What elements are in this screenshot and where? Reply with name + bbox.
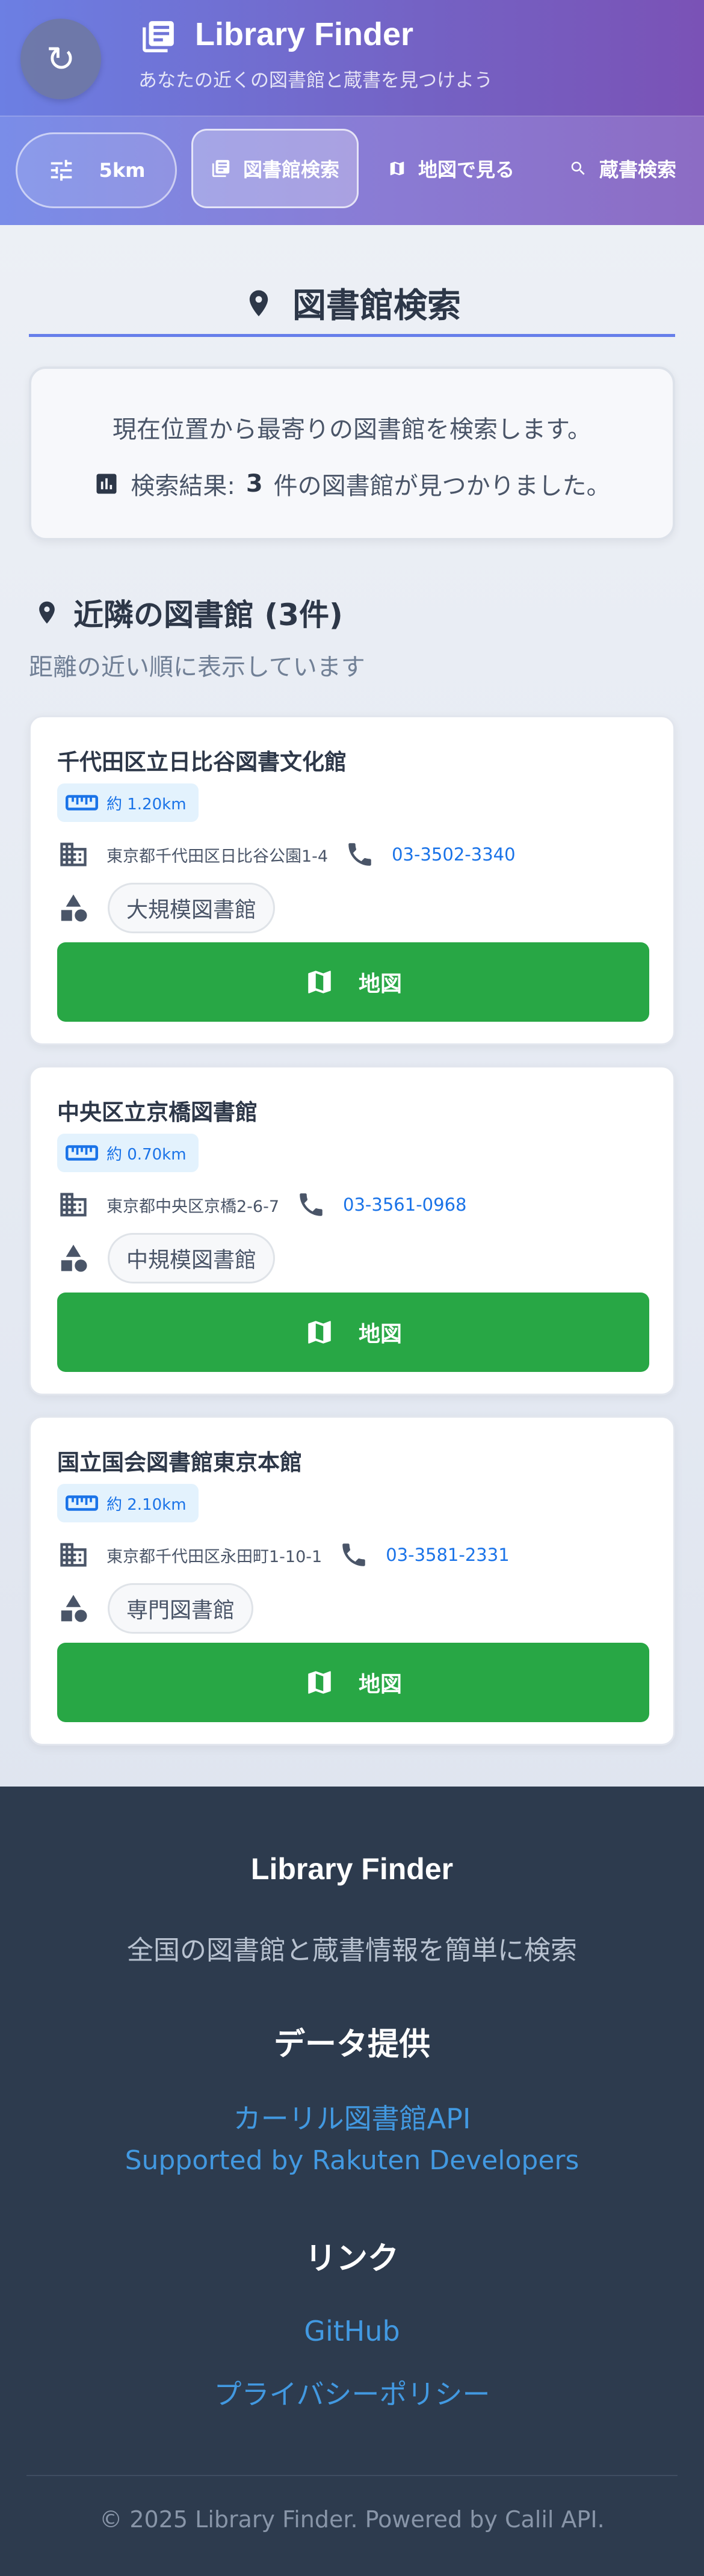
building-icon [60,842,87,866]
nav-bar: 5km 図書館検索 地図で見る 蔵書検索 [0,117,704,225]
tab-label: 地図で見る [418,158,514,181]
library-phone-link[interactable]: 03-3581-2331 [386,1545,509,1565]
library-name: 国立国会図書館東京本館 [57,1450,302,1475]
ruler-icon [66,795,98,811]
nearby-subtitle: 距離の近い順に表示しています [29,653,365,681]
category-row: 大規模図書館 [57,881,276,935]
tab-label: 図書館検索 [242,158,339,181]
nearby-heading: 近隣の図書館 (3件) [34,591,343,634]
category-tag: 中規模図書館 [108,1233,276,1283]
refresh-icon: ↻ [46,39,76,79]
nearby-title: 近隣の図書館 (3件) [73,598,343,632]
links-heading: リンク [304,2241,399,2277]
phone-icon [342,1543,365,1566]
result-suffix: 件の図書館が見つかりました。 [273,472,611,500]
address-row: 東京都千代田区日比谷公園1-4 03-3502-3340 [57,835,516,874]
info-text: 現在位置から最寄りの図書館を検索します。 [113,416,591,443]
github-link[interactable]: GitHub [0,2315,704,2347]
section-heading: 図書館検索 [29,272,675,337]
library-address: 東京都千代田区日比谷公園1-4 [107,847,329,866]
building-icon [60,1193,87,1217]
app-title: Library Finder [195,16,414,52]
sliders-icon [51,159,72,181]
address-row: 東京都中央区京橋2-6-7 03-3561-0968 [57,1185,466,1224]
library-icon [212,159,230,178]
distance-badge: 約 2.10km [57,1484,199,1522]
map-icon [308,971,331,993]
calil-api-link[interactable]: カーリル図書館API [0,2097,704,2137]
map-button-label: 地図 [358,972,402,996]
footer: Library Finder 全国の図書館と蔵書情報を簡単に検索 データ提供 カ… [0,1787,704,2576]
privacy-policy-link[interactable]: プライバシーポリシー [0,2373,704,2412]
app-subtitle: あなたの近くの図書館と蔵書を見つけよう [138,70,493,91]
refresh-button[interactable]: ↻ [20,19,101,99]
map-icon [308,1671,331,1694]
footer-tagline: 全国の図書館と蔵書情報を簡単に検索 [127,1935,577,1966]
category-row: 中規模図書館 [57,1231,276,1285]
category-tag: 大規模図書館 [108,883,276,933]
library-card: 中央区立京橋図書館 約 0.70km 東京都中央区京橋2-6-7 03-3561… [29,1066,675,1395]
data-provider-heading: データ提供 [273,2027,430,2063]
category-tag: 専門図書館 [108,1583,254,1634]
section-title: 図書館検索 [292,286,461,326]
library-address: 東京都中央区京橋2-6-7 [107,1197,280,1216]
tab-label: 蔵書検索 [599,158,676,181]
search-icon [571,161,585,175]
distance-value: 約 2.10km [107,1495,187,1514]
ruler-icon [66,1145,98,1161]
map-button-label: 地図 [358,1672,402,1697]
range-label: 5km [99,159,146,182]
map-button[interactable]: 地図 [57,942,649,1022]
distance-badge: 約 0.70km [57,1134,199,1172]
map-icon [390,161,404,176]
map-button[interactable]: 地図 [57,1643,649,1722]
library-address: 東京都千代田区永田町1-10-1 [107,1547,323,1566]
distance-badge: 約 1.20km [57,783,199,822]
category-row: 専門図書館 [57,1581,254,1635]
location-pin-icon [249,289,268,317]
tab-map-view[interactable]: 地図で見る [379,129,523,208]
library-card: 国立国会図書館東京本館 約 2.10km 東京都千代田区永田町1-10-1 03… [29,1416,675,1746]
distance-value: 約 1.20km [107,795,187,814]
building-icon [60,1543,87,1567]
ruler-icon [66,1495,98,1511]
footer-title: Library Finder [250,1852,454,1886]
location-pin-icon [39,601,55,624]
app-header: ↻ Library Finder あなたの近くの図書館と蔵書を見つけよう [0,0,704,117]
tab-library-search[interactable]: 図書館検索 [191,129,359,208]
copyright-text: © 2025 Library Finder. Powered by Calil … [99,2506,605,2533]
map-button-label: 地図 [358,1322,402,1347]
address-row: 東京都千代田区永田町1-10-1 03-3581-2331 [57,1536,510,1574]
range-filter-button[interactable]: 5km [16,132,177,208]
footer-divider [26,2475,678,2476]
phone-icon [348,843,371,866]
rakuten-developers-link[interactable]: Supported by Rakuten Developers [0,2145,704,2176]
shapes-icon [61,1595,87,1622]
map-button[interactable]: 地図 [57,1293,649,1372]
library-name: 中央区立京橋図書館 [57,1099,258,1125]
result-summary: 検索結果: 3 件の図書館が見つかりました。 [31,466,673,501]
library-phone-link[interactable]: 03-3561-0968 [343,1194,466,1215]
distance-value: 約 0.70km [107,1145,187,1164]
library-card: 千代田区立日比谷図書文化館 約 1.20km 東京都千代田区日比谷公園1-4 0… [29,715,675,1045]
phone-icon [300,1193,323,1216]
bar-chart-icon [96,474,117,494]
shapes-icon [61,894,87,922]
result-count: 3 [245,470,263,498]
tab-book-search[interactable]: 蔵書検索 [554,129,692,208]
library-phone-link[interactable]: 03-3502-3340 [392,844,515,865]
book-stack-icon [143,21,174,52]
shapes-icon [61,1244,87,1272]
map-icon [308,1321,331,1344]
result-prefix: 検索結果: [131,472,235,500]
search-info-box: 現在位置から最寄りの図書館を検索します。 検索結果: 3 件の図書館が見つかりま… [29,366,675,540]
library-name: 千代田区立日比谷図書文化館 [57,749,347,775]
